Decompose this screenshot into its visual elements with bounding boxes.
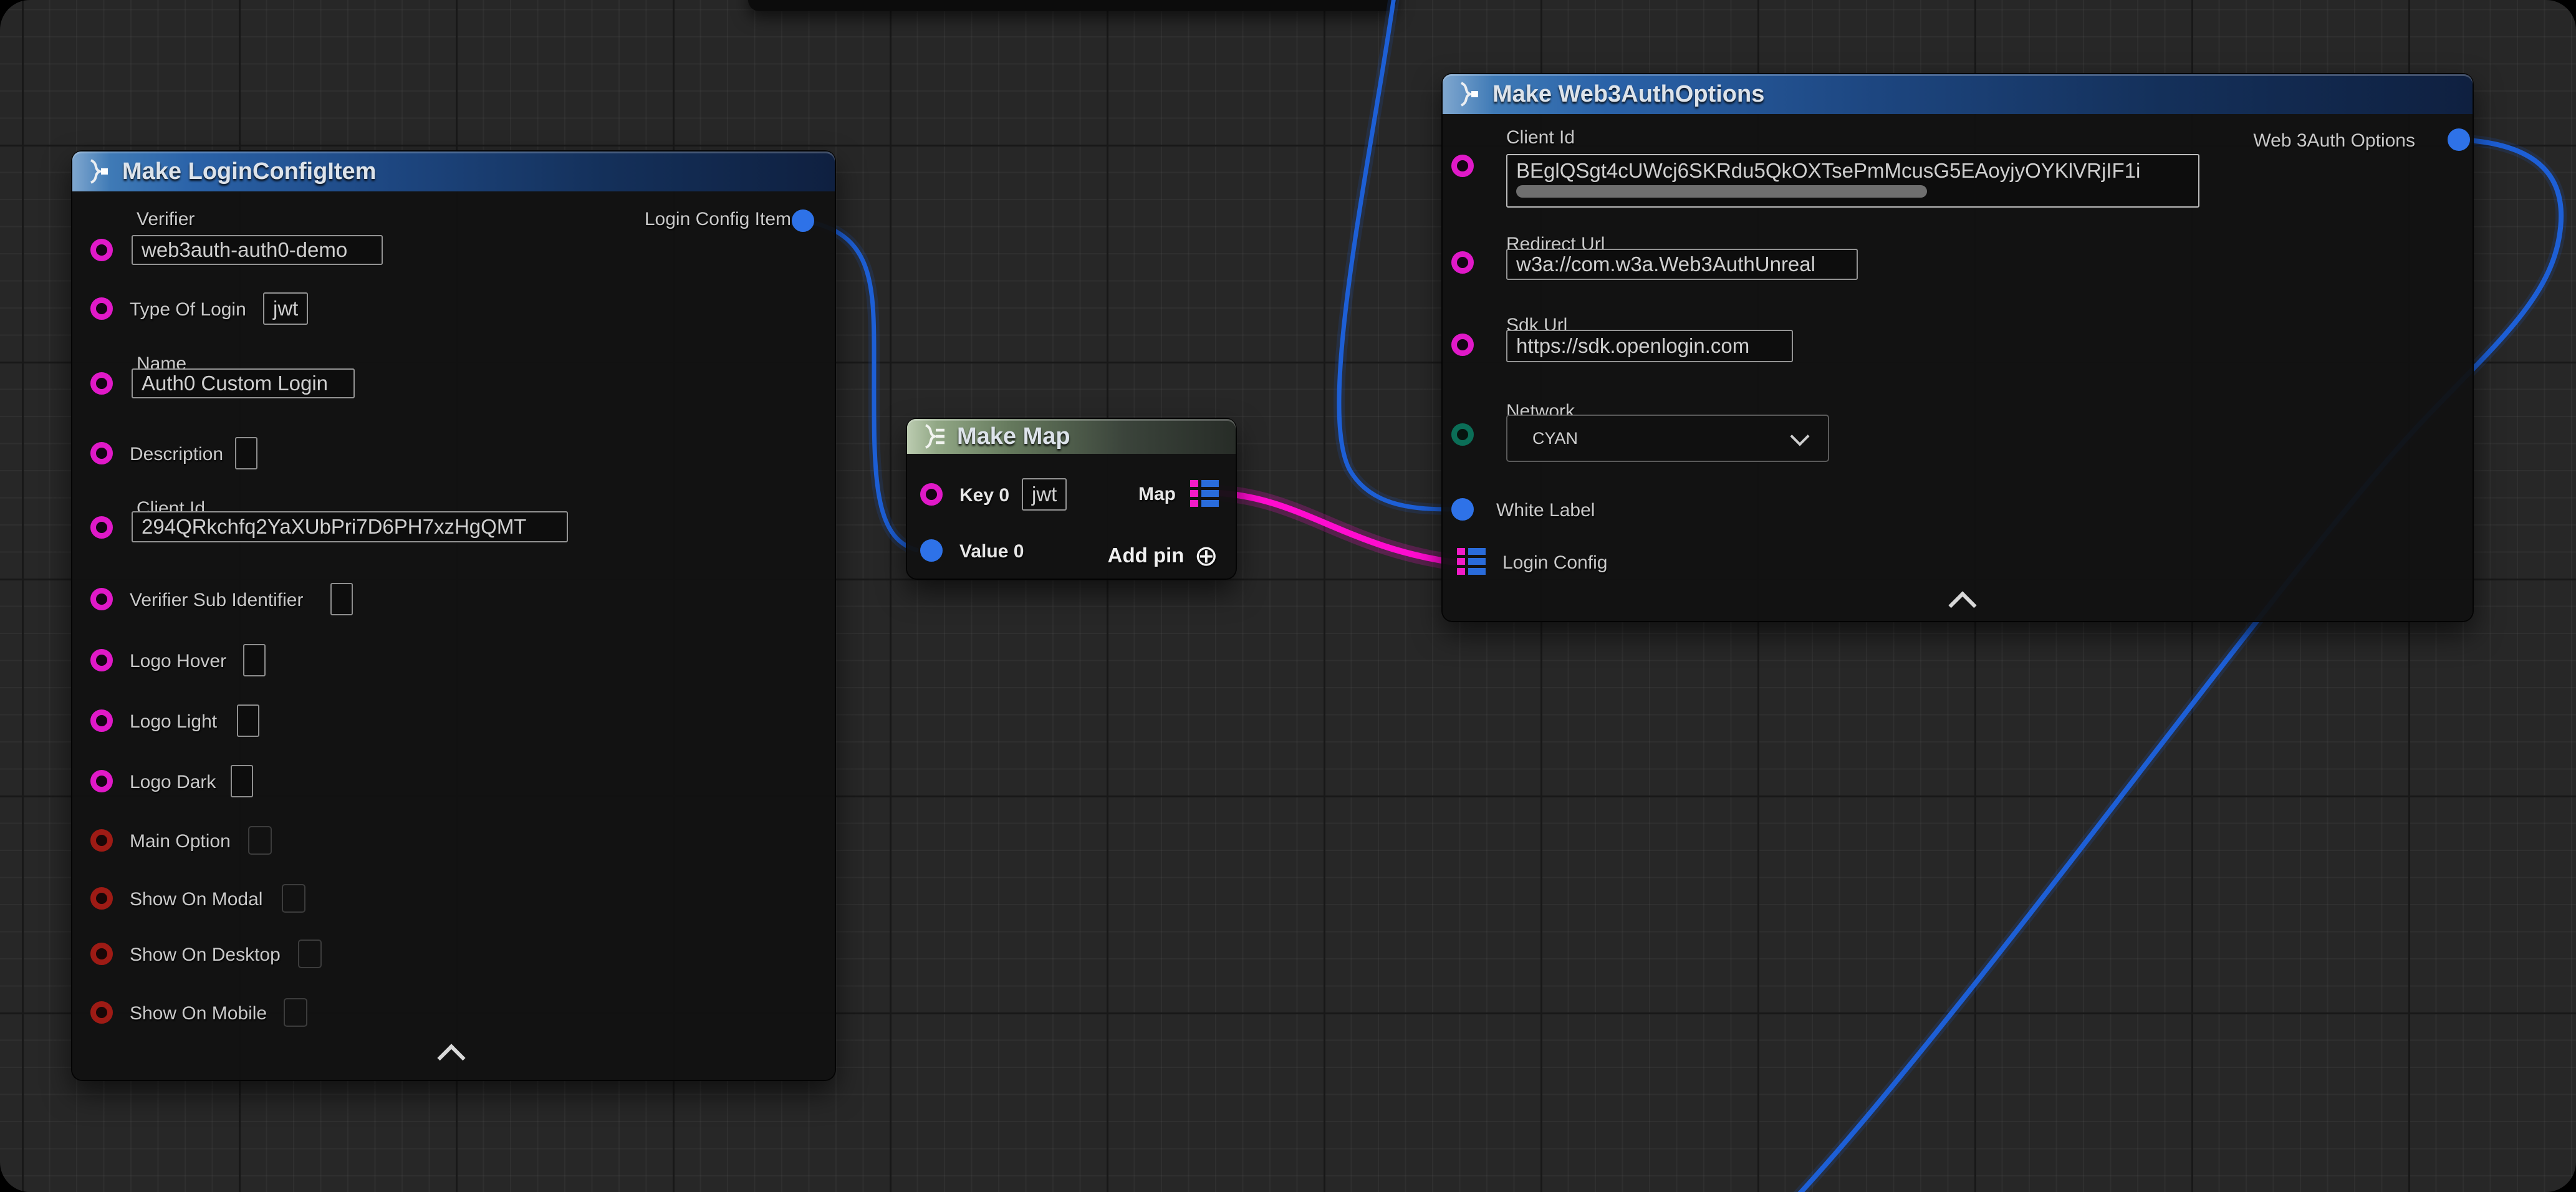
name-field[interactable]: Auth0 Custom Login <box>132 368 355 398</box>
login-config-pin[interactable] <box>1456 547 1486 577</box>
show-on-desktop-checkbox[interactable] <box>298 940 322 968</box>
logo-dark-pin[interactable] <box>90 770 113 792</box>
show-on-desktop-pin[interactable] <box>90 943 113 965</box>
node-make-web3authoptions-header[interactable]: Make Web3AuthOptions <box>1443 74 2473 114</box>
node-make-map-header[interactable]: Make Map <box>907 419 1236 454</box>
show-on-modal-label: Show On Modal <box>130 889 262 910</box>
verifier-sub-identifier-pin[interactable] <box>90 588 113 610</box>
make-struct-icon <box>85 158 112 185</box>
main-option-checkbox[interactable] <box>248 826 272 855</box>
wire-map-to-loginconfig[interactable] <box>1219 493 1454 562</box>
key-0-label: Key 0 <box>959 485 1009 506</box>
node-make-map[interactable]: Make Map Key 0 jwt Map Value 0 Add pin ⊕ <box>907 419 1236 579</box>
key-0-pin[interactable] <box>920 483 943 506</box>
client-id-pin[interactable] <box>90 516 113 539</box>
show-on-mobile-pin[interactable] <box>90 1001 113 1024</box>
white-label-pin[interactable] <box>1451 498 1474 521</box>
logo-light-label: Logo Light <box>130 711 217 733</box>
logo-dark-field[interactable] <box>231 765 253 797</box>
add-pin-label: Add pin <box>1108 544 1185 567</box>
make-map-icon <box>920 423 947 450</box>
network-pin[interactable] <box>1451 423 1474 446</box>
value-0-label: Value 0 <box>959 541 1024 562</box>
map-output-label: Map <box>1138 484 1176 505</box>
verifier-pin[interactable] <box>90 239 113 261</box>
sdk-url-field[interactable]: https://sdk.openlogin.com <box>1506 330 1793 362</box>
verifier-label: Verifier <box>137 209 195 230</box>
show-on-modal-pin[interactable] <box>90 887 113 910</box>
description-field[interactable] <box>235 437 257 469</box>
wire-map-to-loginconfig-glow <box>1219 493 1454 562</box>
description-label: Description <box>130 444 223 465</box>
show-on-modal-checkbox[interactable] <box>282 884 305 913</box>
redirect-url-field[interactable]: w3a://com.w3a.Web3AuthUnreal <box>1506 249 1858 280</box>
node-make-web3authoptions[interactable]: Make Web3AuthOptions Client Id Web 3Auth… <box>1443 74 2473 621</box>
value-0-pin[interactable] <box>920 539 943 562</box>
description-pin[interactable] <box>90 442 113 464</box>
offscreen-node-bottom-edge[interactable] <box>748 0 1396 11</box>
make-struct-icon <box>1455 80 1483 108</box>
logo-hover-label: Logo Hover <box>130 651 226 672</box>
white-label-label: White Label <box>1496 500 1595 521</box>
node-make-loginconfigitem[interactable]: Make LoginConfigItem Verifier Login Conf… <box>72 151 835 1080</box>
web3auth-options-output-label: Web 3Auth Options <box>2253 130 2415 151</box>
login-config-item-output-pin[interactable] <box>792 209 814 232</box>
node-title: Make Web3AuthOptions <box>1492 81 1764 108</box>
name-pin[interactable] <box>90 372 113 395</box>
client-id-field[interactable]: BEglQSgt4cUWcj6SKRdu5QkOXTsePmMcusG5EAoy… <box>1506 154 2199 208</box>
add-pin-button[interactable]: Add pin ⊕ <box>1108 541 1218 570</box>
redirect-url-pin[interactable] <box>1451 251 1474 274</box>
client-id-field[interactable]: 294QRkchfq2YaXUbPri7D6PH7xzHgQMT <box>132 511 568 542</box>
key-0-field[interactable]: jwt <box>1022 478 1067 511</box>
login-config-item-output-label: Login Config Item <box>645 209 791 230</box>
logo-dark-label: Logo Dark <box>130 772 216 793</box>
node-title: Make Map <box>957 423 1070 450</box>
web3auth-options-output-pin[interactable] <box>2448 128 2470 151</box>
collapse-chevron-icon[interactable] <box>437 1044 465 1072</box>
login-config-label: Login Config <box>1502 552 1607 574</box>
type-of-login-label: Type Of Login <box>130 299 246 320</box>
type-of-login-field[interactable]: jwt <box>263 292 308 325</box>
add-pin-plus-icon: ⊕ <box>1194 541 1218 570</box>
map-output-pin[interactable] <box>1189 479 1219 509</box>
blueprint-editor: Make LoginConfigItem Verifier Login Conf… <box>0 0 2576 1192</box>
logo-light-pin[interactable] <box>90 709 113 732</box>
graph-canvas[interactable]: Make LoginConfigItem Verifier Login Conf… <box>0 0 2576 1192</box>
chevron-down-icon <box>1790 426 1809 446</box>
wire-top-to-whitelabel-glow <box>1339 0 1449 509</box>
verifier-sub-identifier-label: Verifier Sub Identifier <box>130 590 303 611</box>
show-on-desktop-label: Show On Desktop <box>130 944 281 966</box>
logo-hover-pin[interactable] <box>90 649 113 671</box>
client-id-field-scrollbar[interactable] <box>1516 185 1927 198</box>
collapse-chevron-icon[interactable] <box>1948 591 1976 619</box>
logo-hover-field[interactable] <box>243 644 266 676</box>
main-option-pin[interactable] <box>90 829 113 852</box>
node-make-loginconfigitem-header[interactable]: Make LoginConfigItem <box>72 151 835 191</box>
verifier-sub-identifier-field[interactable] <box>330 583 353 615</box>
network-dropdown-value: CYAN <box>1532 429 1578 448</box>
node-title: Make LoginConfigItem <box>122 158 376 185</box>
show-on-mobile-checkbox[interactable] <box>284 998 307 1027</box>
main-option-label: Main Option <box>130 831 231 852</box>
network-dropdown[interactable]: CYAN <box>1506 415 1829 462</box>
logo-light-field[interactable] <box>237 704 259 737</box>
sdk-url-pin[interactable] <box>1451 334 1474 356</box>
type-of-login-pin[interactable] <box>90 297 113 320</box>
verifier-field[interactable]: web3auth-auth0-demo <box>132 235 383 265</box>
client-id-pin[interactable] <box>1451 155 1474 177</box>
wire-top-to-whitelabel[interactable] <box>1339 0 1449 509</box>
client-id-label: Client Id <box>1506 127 1575 148</box>
client-id-field-text: BEglQSgt4cUWcj6SKRdu5QkOXTsePmMcusG5EAoy… <box>1516 159 2189 183</box>
show-on-mobile-label: Show On Mobile <box>130 1003 267 1024</box>
